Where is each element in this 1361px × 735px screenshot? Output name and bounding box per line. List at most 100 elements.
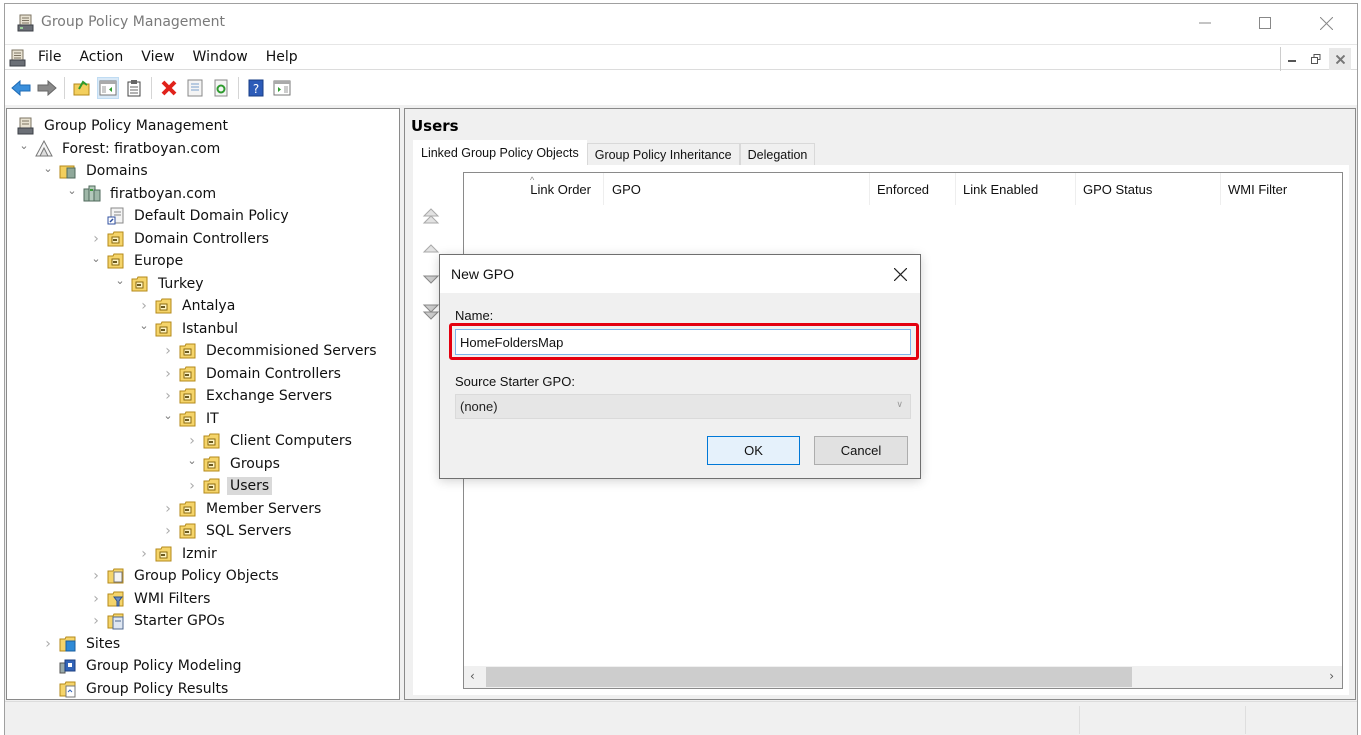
column-gpo[interactable]: GPO bbox=[604, 173, 870, 205]
tree-item[interactable]: › Client Computers bbox=[185, 430, 355, 452]
back-button[interactable] bbox=[10, 77, 32, 99]
chevron-down-icon[interactable]: ⌄ bbox=[17, 139, 31, 152]
maximize-button[interactable] bbox=[1242, 4, 1288, 42]
tree-item[interactable]: Group Policy Modeling bbox=[41, 655, 244, 677]
chevron-right-icon[interactable]: › bbox=[89, 591, 103, 607]
tree-item[interactable]: › SQL Servers bbox=[161, 520, 294, 542]
source-starter-gpo-select[interactable]: (none) ∨ bbox=[455, 394, 911, 419]
forward-button[interactable] bbox=[36, 77, 58, 99]
chevron-down-icon[interactable]: ⌄ bbox=[89, 252, 103, 265]
system-menu-icon[interactable] bbox=[9, 49, 27, 67]
refresh-button[interactable] bbox=[210, 77, 232, 99]
scroll-left-icon[interactable]: ‹ bbox=[470, 669, 475, 683]
column-gpo-status[interactable]: GPO Status bbox=[1076, 173, 1221, 205]
scroll-right-icon[interactable]: › bbox=[1329, 669, 1334, 683]
tree-item[interactable]: › Exchange Servers bbox=[161, 385, 335, 407]
tab-delegation[interactable]: Delegation bbox=[739, 143, 816, 165]
tree-item[interactable]: ⌄ firatboyan.com bbox=[65, 183, 219, 205]
chevron-right-icon[interactable]: › bbox=[137, 298, 151, 314]
chevron-right-icon[interactable]: › bbox=[161, 501, 175, 517]
tree-item[interactable]: ⌄ Istanbul bbox=[137, 318, 241, 340]
tree-item[interactable]: ⌄ Europe bbox=[89, 250, 186, 272]
double-down-arrow-icon bbox=[422, 304, 440, 320]
chevron-right-icon[interactable]: › bbox=[89, 613, 103, 629]
column-wmi-filter[interactable]: WMI Filter bbox=[1221, 173, 1344, 205]
chevron-right-icon[interactable]: › bbox=[89, 231, 103, 247]
tree-item[interactable]: ⌄ Domains bbox=[41, 160, 151, 182]
starter-gpo-folder-icon bbox=[107, 612, 125, 630]
tree-item[interactable]: ⌄ Turkey bbox=[113, 273, 207, 295]
chevron-down-icon[interactable]: ⌄ bbox=[161, 409, 175, 422]
dialog-close-button[interactable] bbox=[890, 264, 910, 284]
scrollbar-thumb[interactable] bbox=[486, 667, 1132, 687]
show-hide-console-tree-button[interactable] bbox=[97, 77, 119, 99]
tab-gp-inheritance[interactable]: Group Policy Inheritance bbox=[586, 143, 740, 165]
tree-item[interactable]: › Starter GPOs bbox=[89, 610, 228, 632]
tree-item[interactable]: › Users bbox=[185, 475, 273, 497]
move-to-top-button[interactable] bbox=[419, 205, 443, 227]
chevron-down-icon[interactable]: ⌄ bbox=[137, 319, 151, 332]
tree-item[interactable]: › Sites bbox=[41, 633, 123, 655]
menu-view[interactable]: View bbox=[141, 49, 183, 65]
chevron-down-icon[interactable]: ⌄ bbox=[113, 274, 127, 287]
chevron-right-icon[interactable]: › bbox=[89, 568, 103, 584]
chevron-right-icon[interactable]: › bbox=[137, 546, 151, 562]
tree-item[interactable]: › Group Policy Objects bbox=[89, 565, 282, 587]
gpo-name-input[interactable] bbox=[455, 329, 911, 355]
tree-item[interactable]: › Domain Controllers bbox=[161, 363, 344, 385]
mdi-close-button[interactable] bbox=[1329, 48, 1351, 70]
chevron-right-icon[interactable]: › bbox=[161, 388, 175, 404]
tree-item[interactable]: › Member Servers bbox=[161, 498, 324, 520]
column-link-enabled[interactable]: Link Enabled bbox=[956, 173, 1076, 205]
menu-help[interactable]: Help bbox=[266, 49, 307, 65]
cancel-button[interactable]: Cancel bbox=[814, 436, 908, 465]
close-button[interactable] bbox=[1303, 4, 1349, 42]
tree-item[interactable]: ⌄ Forest: firatboyan.com bbox=[17, 138, 223, 160]
chevron-right-icon[interactable]: › bbox=[185, 433, 199, 449]
tree-item-label: WMI Filters bbox=[134, 590, 211, 607]
menu-window[interactable]: Window bbox=[193, 49, 257, 65]
tree-item-label: Group Policy Management bbox=[44, 118, 229, 134]
tree-item[interactable]: › Domain Controllers bbox=[89, 228, 272, 250]
help-button[interactable]: ? bbox=[245, 77, 267, 99]
chevron-right-icon[interactable]: › bbox=[161, 343, 175, 359]
chevron-right-icon[interactable]: › bbox=[161, 523, 175, 539]
column-enforced[interactable]: Enforced bbox=[870, 173, 956, 205]
chevron-right-icon[interactable]: › bbox=[41, 636, 55, 652]
show-hide-action-pane-icon bbox=[273, 80, 291, 96]
show-hide-action-pane-button[interactable] bbox=[271, 77, 293, 99]
gpo-link-icon bbox=[107, 207, 125, 225]
toolbar-separator bbox=[64, 77, 65, 99]
column-link-order[interactable]: ^ Link Order bbox=[464, 173, 604, 205]
console-tree[interactable]: Group Policy Management ⌄ Forest: firatboy… bbox=[6, 108, 400, 700]
tab-linked-gpos[interactable]: Linked Group Policy Objects bbox=[413, 140, 587, 165]
menu-file[interactable]: File bbox=[38, 49, 70, 65]
chevron-right-icon[interactable]: › bbox=[185, 478, 199, 494]
chevron-down-icon[interactable]: ⌄ bbox=[41, 162, 55, 175]
paste-button[interactable] bbox=[123, 77, 145, 99]
chevron-down-icon[interactable]: ⌄ bbox=[185, 454, 199, 467]
tree-item[interactable]: Default Domain Policy bbox=[89, 205, 292, 227]
tree-item[interactable]: › Antalya bbox=[137, 295, 238, 317]
properties-button[interactable] bbox=[184, 77, 206, 99]
menu-action[interactable]: Action bbox=[79, 49, 132, 65]
tree-item[interactable]: Group Policy Management bbox=[17, 115, 231, 137]
delete-button[interactable] bbox=[158, 77, 180, 99]
mdi-restore-button[interactable] bbox=[1305, 48, 1327, 70]
tree-item[interactable]: ⌄ IT bbox=[161, 408, 222, 430]
mdi-controls bbox=[1280, 47, 1351, 71]
tree-item[interactable]: › WMI Filters bbox=[89, 588, 213, 610]
tree-item[interactable]: › Decommisioned Servers bbox=[161, 340, 380, 362]
tree-item-label: Turkey bbox=[158, 275, 204, 292]
minimize-button[interactable] bbox=[1182, 4, 1228, 42]
chevron-right-icon[interactable]: › bbox=[161, 366, 175, 382]
tree-item[interactable]: ⌄ Groups bbox=[185, 453, 283, 475]
tree-item[interactable]: Group Policy Results bbox=[41, 678, 231, 700]
tree-item[interactable]: › Izmir bbox=[137, 543, 220, 565]
mdi-minimize-button[interactable] bbox=[1281, 48, 1303, 70]
ok-button[interactable]: OK bbox=[707, 436, 800, 465]
horizontal-scrollbar[interactable]: ‹ › bbox=[464, 666, 1342, 688]
up-one-level-button[interactable] bbox=[71, 77, 93, 99]
chevron-down-icon[interactable]: ⌄ bbox=[65, 184, 79, 197]
minimize-icon bbox=[1288, 60, 1296, 62]
